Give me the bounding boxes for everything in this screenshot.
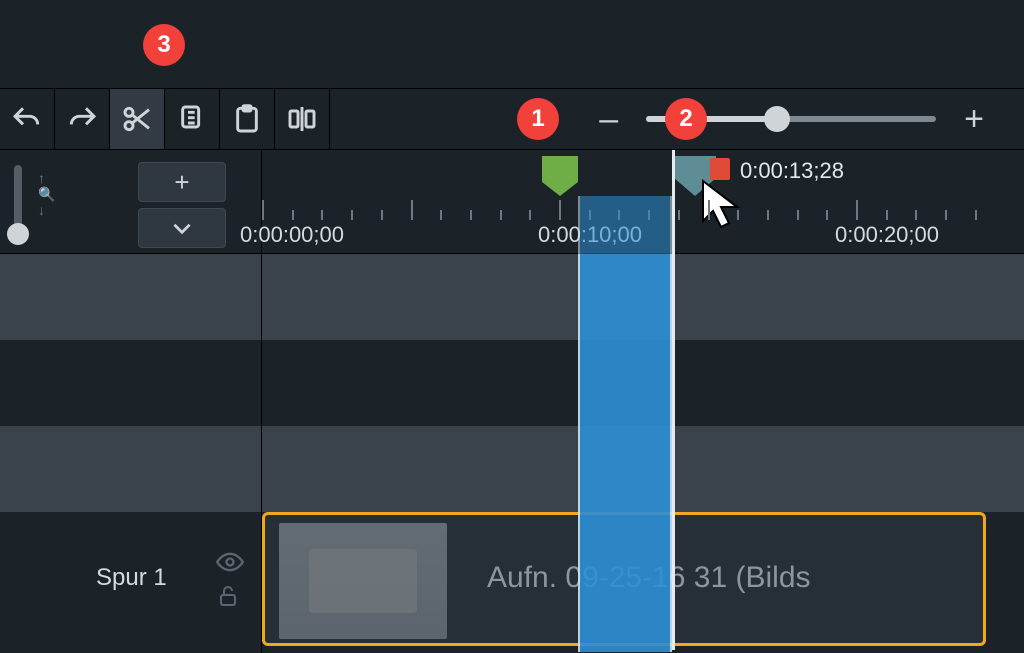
track-name: Spur 1 xyxy=(96,564,167,592)
copy-button[interactable] xyxy=(165,89,220,149)
paste-button[interactable] xyxy=(220,89,275,149)
timeline-tracks: Aufn. 09-25-16 31 (Bilds Spur 1 xyxy=(0,254,1024,653)
selection-range[interactable] xyxy=(578,254,672,652)
out-marker[interactable] xyxy=(710,158,730,180)
zoom-controls: – + xyxy=(599,88,1024,150)
ruler-label: 0:00:00;00 xyxy=(240,222,344,248)
ruler-tick xyxy=(767,210,769,220)
redo-button[interactable] xyxy=(55,89,110,149)
annotation-badge-3: 3 xyxy=(143,24,185,66)
ruler-tick xyxy=(321,210,323,220)
playhead-time: 0:00:13;28 xyxy=(740,158,844,184)
tracks-dropdown-button[interactable] xyxy=(138,208,226,248)
ruler-tick xyxy=(886,210,888,220)
zoom-in-button[interactable]: + xyxy=(964,100,984,139)
ruler-left-controls: ↑🔍↓ + xyxy=(0,150,262,253)
ruler-tick xyxy=(470,210,472,220)
ruler-tick xyxy=(975,210,977,220)
ruler-tick xyxy=(737,210,739,220)
visibility-toggle[interactable] xyxy=(216,552,244,577)
clip-thumbnail xyxy=(279,523,447,639)
ruler-tick xyxy=(915,210,917,220)
timeline-ruler: ↑🔍↓ + 0:00:00;00 0:00:10;00 0:00:20;00 0… xyxy=(0,150,1024,254)
lock-open-icon xyxy=(216,584,240,608)
annotation-badge-2: 2 xyxy=(665,98,707,140)
zoom-out-button[interactable]: – xyxy=(599,100,618,139)
ruler-tick xyxy=(500,210,502,220)
ruler-tick xyxy=(411,200,413,220)
ruler-tick xyxy=(559,200,561,220)
add-track-button[interactable]: + xyxy=(138,162,226,202)
ruler-tick xyxy=(292,210,294,220)
mini-icons: ↑🔍↓ xyxy=(38,170,55,218)
eye-icon xyxy=(216,552,244,572)
ruler-label: 0:00:20;00 xyxy=(835,222,939,248)
ruler-tick xyxy=(529,210,531,220)
ruler-tick xyxy=(856,200,858,220)
ruler-tick xyxy=(262,200,264,220)
copy-icon xyxy=(176,103,208,135)
undo-button[interactable] xyxy=(0,89,55,149)
playhead-line[interactable] xyxy=(672,150,675,650)
zoom-slider-knob[interactable] xyxy=(764,106,790,132)
split-button[interactable] xyxy=(275,89,330,149)
in-marker[interactable] xyxy=(540,154,580,200)
redo-icon xyxy=(66,103,98,135)
lock-toggle[interactable] xyxy=(216,584,240,613)
cut-button[interactable] xyxy=(110,89,165,149)
vertical-zoom-slider[interactable] xyxy=(14,165,22,243)
ruler-tick xyxy=(708,200,710,220)
undo-icon xyxy=(11,103,43,135)
ruler-tick xyxy=(826,210,828,220)
scissors-icon xyxy=(121,103,153,135)
ruler-tick xyxy=(797,210,799,220)
ruler-tick xyxy=(440,210,442,220)
selection-range[interactable] xyxy=(578,196,672,254)
split-icon xyxy=(286,103,318,135)
paste-icon xyxy=(231,103,263,135)
ruler-tick xyxy=(381,210,383,220)
annotation-badge-1: 1 xyxy=(517,98,559,140)
chevron-down-icon xyxy=(169,215,195,241)
ruler-tick xyxy=(678,210,680,220)
ruler-tick xyxy=(945,210,947,220)
ruler-tick xyxy=(351,210,353,220)
